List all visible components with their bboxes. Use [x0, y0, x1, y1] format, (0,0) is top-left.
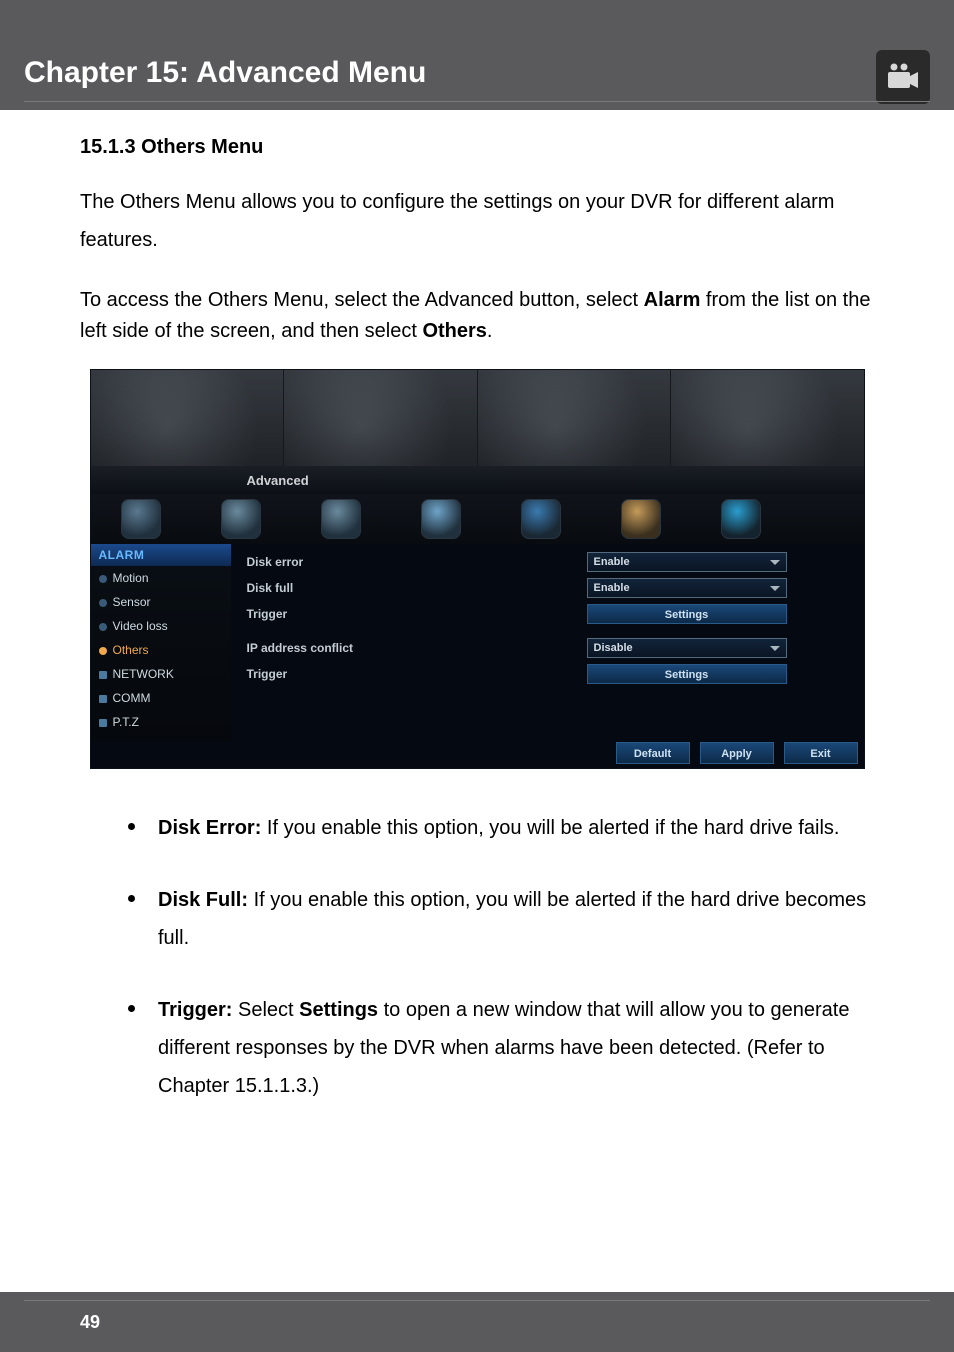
- trigger-settings-button-2[interactable]: Settings: [587, 664, 787, 684]
- setting-label: Trigger: [247, 667, 587, 681]
- intro-paragraph: The Others Menu allows you to configure …: [80, 183, 874, 259]
- section-title: 15.1.3 Others Menu: [80, 136, 874, 159]
- chapter-header: Chapter 15: Advanced Menu: [0, 0, 954, 110]
- apply-button[interactable]: Apply: [700, 742, 774, 764]
- text-fragment: To access the Others Menu, select the Ad…: [80, 289, 644, 311]
- sidebar-item-comm[interactable]: COMM: [91, 686, 231, 710]
- bullet-list: Disk Error: If you enable this option, y…: [114, 809, 874, 1105]
- bold-settings: Settings: [299, 999, 378, 1021]
- sidebar-item-others[interactable]: Others: [91, 638, 231, 662]
- window-title-bar: Advanced: [91, 466, 864, 494]
- bullet-text: Select: [232, 999, 299, 1021]
- toolbar-icon-disk[interactable]: [421, 499, 461, 539]
- chevron-down-icon: [770, 586, 780, 591]
- header-divider: [24, 101, 930, 102]
- setting-row-trigger-2: Trigger Settings: [247, 662, 854, 686]
- bullet-label: Disk Full:: [158, 889, 248, 911]
- dropdown-value: Enable: [594, 582, 630, 594]
- exit-button[interactable]: Exit: [784, 742, 858, 764]
- sidebar-item-sensor[interactable]: Sensor: [91, 590, 231, 614]
- toolbar-icon-schedule[interactable]: [321, 499, 361, 539]
- setting-label: IP address conflict: [247, 641, 587, 655]
- dropdown-value: Enable: [594, 556, 630, 568]
- bullet-label: Disk Error:: [158, 817, 261, 839]
- setting-row-disk-full: Disk full Enable: [247, 576, 854, 600]
- sidebar-item-network[interactable]: NETWORK: [91, 662, 231, 686]
- camera-feed-4: [671, 370, 864, 466]
- bold-alarm: Alarm: [644, 289, 701, 311]
- camera-feed-2: [284, 370, 478, 466]
- live-video-strip: [91, 370, 864, 466]
- camera-feed-1: [91, 370, 285, 466]
- sidebar: ALARM Motion Sensor Video loss Others NE…: [91, 544, 231, 742]
- page-number: 49: [80, 1312, 100, 1333]
- toolbar-icon-system[interactable]: [121, 499, 161, 539]
- dvr-screenshot: Advanced ALARM Motion Sensor Video loss …: [90, 369, 865, 769]
- camera-icon: [876, 50, 930, 104]
- page-content: 15.1.3 Others Menu The Others Menu allow…: [0, 110, 954, 1169]
- chevron-down-icon: [770, 646, 780, 651]
- dialog-buttons: Default Apply Exit: [616, 742, 858, 764]
- window-title: Advanced: [247, 473, 309, 488]
- bullet-disk-error: Disk Error: If you enable this option, y…: [114, 809, 874, 847]
- settings-pane: Disk error Enable Disk full Enable: [247, 550, 854, 738]
- bullet-trigger: Trigger: Select Settings to open a new w…: [114, 991, 874, 1105]
- toolbar-icon-record[interactable]: [221, 499, 261, 539]
- text-fragment: .: [487, 320, 493, 342]
- bullet-text: If you enable this option, you will be a…: [158, 889, 866, 949]
- setting-row-ip-conflict: IP address conflict Disable: [247, 636, 854, 660]
- sidebar-item-ptz[interactable]: P.T.Z: [91, 710, 231, 734]
- toolbar-icon-maintain[interactable]: [621, 499, 661, 539]
- setting-label: Disk error: [247, 555, 587, 569]
- bold-others: Others: [422, 320, 486, 342]
- access-paragraph: To access the Others Menu, select the Ad…: [80, 285, 874, 347]
- bullet-label: Trigger:: [158, 999, 232, 1021]
- setting-label: Disk full: [247, 581, 587, 595]
- page-footer: 49: [0, 1292, 954, 1352]
- setting-row-disk-error: Disk error Enable: [247, 550, 854, 574]
- chapter-title: Chapter 15: Advanced Menu: [24, 56, 426, 96]
- setting-label: Trigger: [247, 607, 587, 621]
- dropdown-value: Disable: [594, 642, 633, 654]
- disk-error-dropdown[interactable]: Enable: [587, 552, 787, 572]
- footer-divider: [24, 1300, 930, 1301]
- sidebar-item-video-loss[interactable]: Video loss: [91, 614, 231, 638]
- setting-row-trigger-1: Trigger Settings: [247, 602, 854, 626]
- default-button[interactable]: Default: [616, 742, 690, 764]
- toolbar-icon-power[interactable]: [721, 499, 761, 539]
- sidebar-section-alarm: ALARM: [91, 544, 231, 566]
- toolbar-icon-info[interactable]: [521, 499, 561, 539]
- toolbar: [91, 494, 864, 544]
- sidebar-item-motion[interactable]: Motion: [91, 566, 231, 590]
- trigger-settings-button-1[interactable]: Settings: [587, 604, 787, 624]
- camera-feed-3: [478, 370, 672, 466]
- ip-conflict-dropdown[interactable]: Disable: [587, 638, 787, 658]
- bullet-disk-full: Disk Full: If you enable this option, yo…: [114, 881, 874, 957]
- disk-full-dropdown[interactable]: Enable: [587, 578, 787, 598]
- bullet-text: If you enable this option, you will be a…: [261, 817, 839, 839]
- chevron-down-icon: [770, 560, 780, 565]
